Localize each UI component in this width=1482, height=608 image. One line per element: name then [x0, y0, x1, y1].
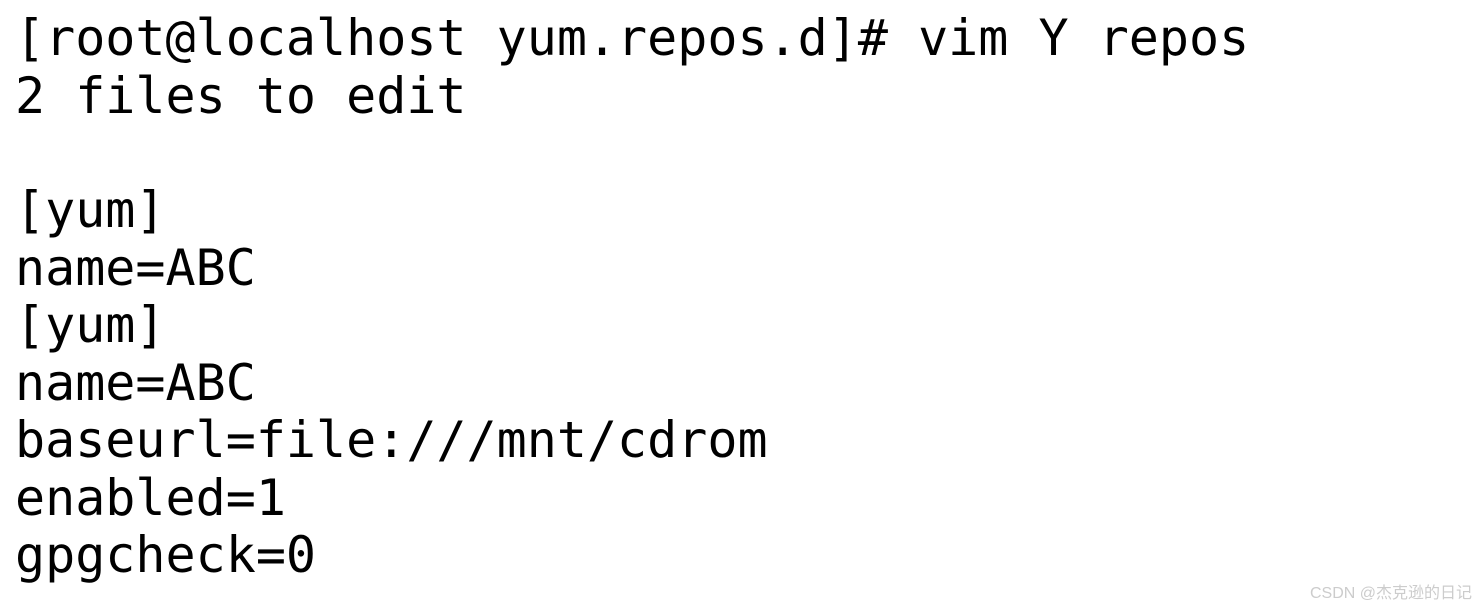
config-line: baseurl=file:///mnt/cdrom [15, 412, 1467, 470]
config-line: enabled=1 [15, 470, 1467, 528]
config-line: [yum] [15, 182, 1467, 240]
watermark: CSDN @杰克逊的日记 [1310, 585, 1472, 603]
config-line: name=ABC [15, 355, 1467, 413]
terminal-output: [root@localhost yum.repos.d]# vim Y repo… [15, 10, 1467, 585]
blank-line [15, 125, 1467, 182]
config-line: name=ABC [15, 240, 1467, 298]
prompt-line: [root@localhost yum.repos.d]# vim Y repo… [15, 10, 1467, 68]
config-line: gpgcheck=0 [15, 527, 1467, 585]
output-line: 2 files to edit [15, 68, 1467, 126]
config-line: [yum] [15, 297, 1467, 355]
